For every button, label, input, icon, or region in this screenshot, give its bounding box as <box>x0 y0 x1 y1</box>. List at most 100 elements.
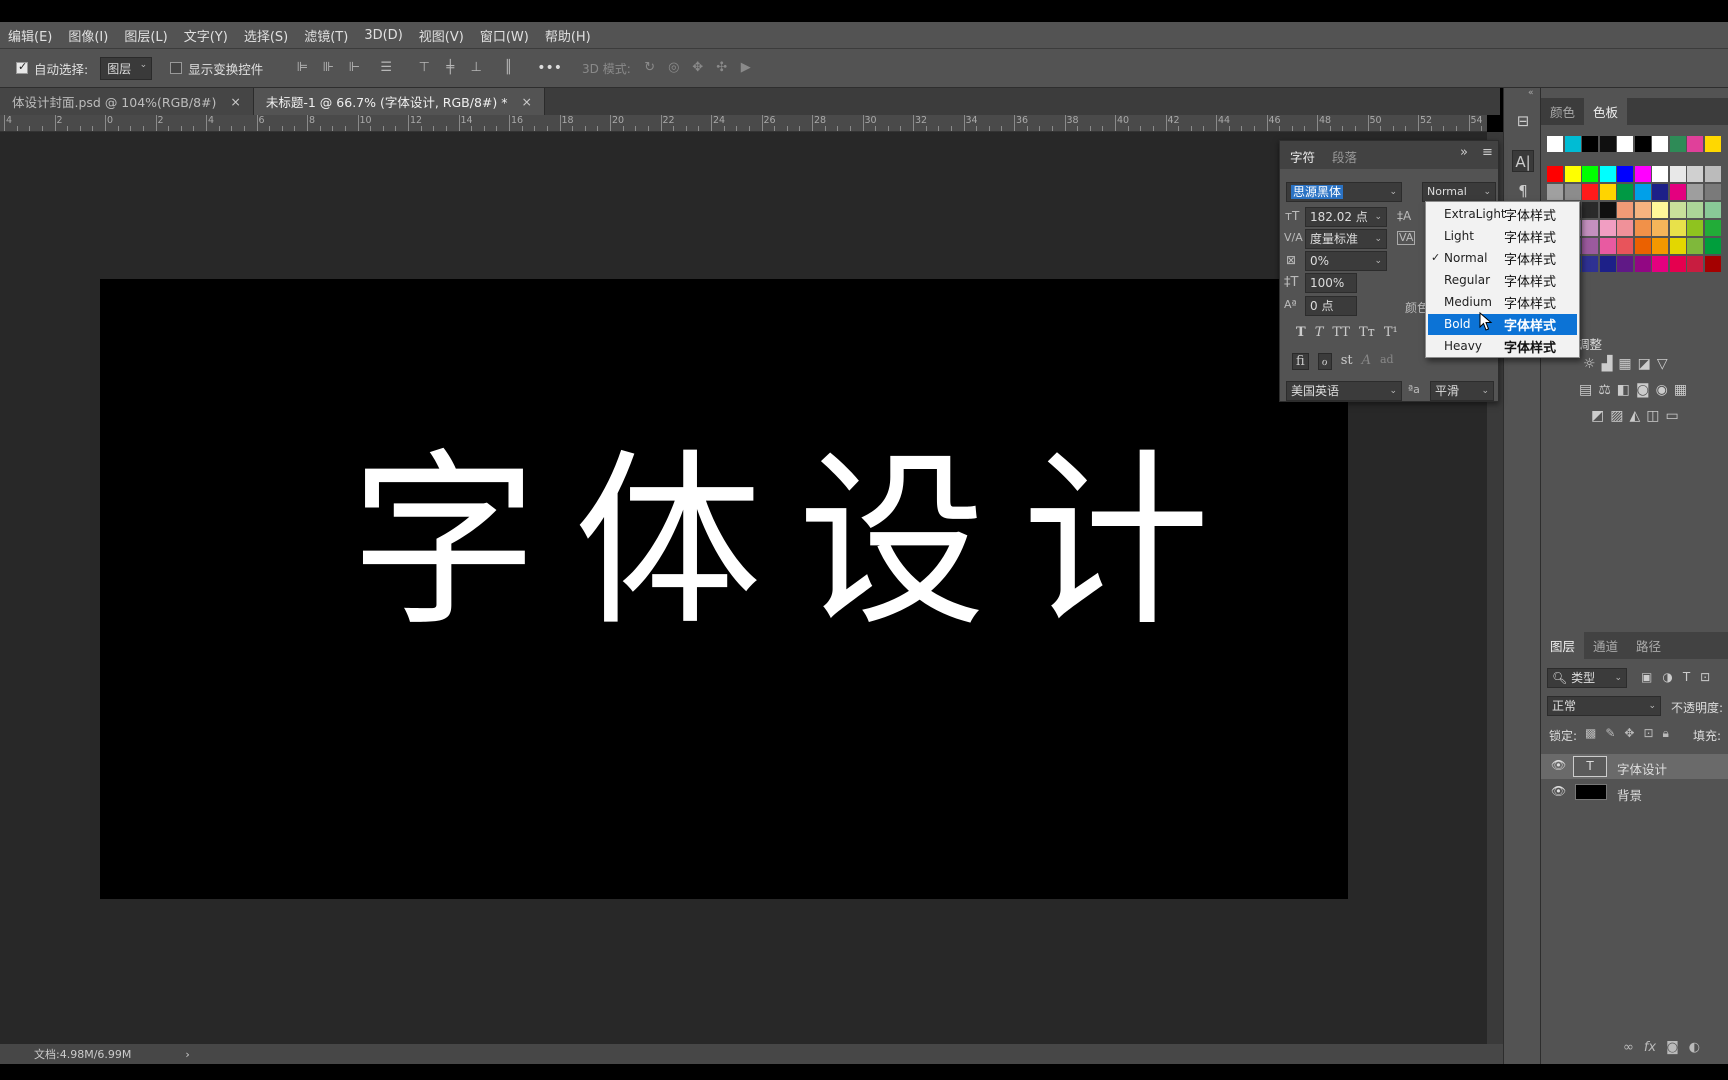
color-swatch[interactable] <box>1617 220 1633 236</box>
menu-item[interactable]: 视图(V) <box>419 26 464 45</box>
color-swatch[interactable] <box>1634 202 1651 218</box>
collapse-panel-icon[interactable]: » <box>1460 145 1468 160</box>
align-right-icon[interactable]: ⊩ <box>345 59 363 77</box>
color-swatch[interactable] <box>1704 220 1721 236</box>
color-swatch[interactable] <box>1669 184 1686 200</box>
color-swatch[interactable] <box>1634 166 1651 182</box>
titling-button[interactable]: ad <box>1380 353 1394 370</box>
lock-transparent-icon[interactable]: ▩ <box>1585 726 1596 741</box>
antialias-dropdown[interactable]: 平滑 ⌄ <box>1430 381 1494 401</box>
color-swatch[interactable] <box>1669 238 1686 254</box>
layer-row-text[interactable]: 👁︎ T 字体设计 <box>1541 754 1728 779</box>
ligatures-button[interactable]: fi <box>1292 353 1309 370</box>
link-icon[interactable]: ∞ <box>1623 1040 1634 1055</box>
color-swatch[interactable] <box>1634 220 1651 236</box>
auto-select-dropdown[interactable]: 图层 ⌄ <box>100 56 153 80</box>
color-swatch[interactable] <box>1652 166 1668 182</box>
color-swatch[interactable] <box>1652 202 1668 218</box>
color-swatch[interactable] <box>1704 136 1721 152</box>
color-swatch[interactable] <box>1582 136 1598 152</box>
doc-tab-cover[interactable]: 体设计封面.psd @ 104%(RGB/8#) × <box>0 88 254 115</box>
tab-color[interactable]: 颜色 <box>1541 98 1584 125</box>
menu-item[interactable]: 文字(Y) <box>184 26 228 45</box>
tab-paths[interactable]: 路径 <box>1627 632 1670 659</box>
color-balance-icon[interactable]: ⚖ <box>1598 382 1611 398</box>
color-swatch[interactable] <box>1687 238 1703 254</box>
alt-ligatures-button[interactable]: ℴ <box>1317 353 1332 370</box>
baseline-shift-field[interactable]: 0 点 <box>1305 296 1357 316</box>
fx-icon[interactable]: fx <box>1644 1040 1656 1055</box>
blend-mode-dropdown[interactable]: 正常 ⌄ <box>1547 696 1661 716</box>
filter-shape-icon[interactable]: ⊡ <box>1700 670 1710 684</box>
color-swatch[interactable] <box>1669 166 1686 182</box>
selective-color-icon[interactable]: ◫ <box>1646 408 1659 424</box>
brightness-icon[interactable]: ☼ <box>1583 356 1596 372</box>
tab-character[interactable]: 字符 <box>1290 147 1315 166</box>
small-caps-button[interactable]: Tт <box>1359 325 1375 340</box>
filter-adjust-icon[interactable]: ◑ <box>1662 670 1672 684</box>
color-swatch[interactable] <box>1617 238 1633 254</box>
bw-icon[interactable]: ◧ <box>1617 382 1630 398</box>
font-style-option-bold[interactable]: Bold 字体样式 <box>1428 314 1577 335</box>
color-swatch[interactable] <box>1704 184 1721 200</box>
font-size-field[interactable]: 182.02 点 ⌄ <box>1305 207 1387 227</box>
color-swatch[interactable] <box>1599 136 1616 152</box>
hue-sat-icon[interactable]: ▤ <box>1579 382 1592 398</box>
menu-item[interactable]: 滤镜(T) <box>304 26 348 45</box>
color-swatch[interactable] <box>1634 136 1651 152</box>
color-swatch[interactable] <box>1652 238 1668 254</box>
color-swatch[interactable] <box>1599 238 1616 254</box>
color-swatch[interactable] <box>1564 166 1581 182</box>
align-vcenter-icon[interactable]: ╪ <box>441 59 459 77</box>
color-swatch[interactable] <box>1617 256 1633 272</box>
status-expand-button[interactable]: › <box>185 1048 189 1061</box>
3d-roll-icon[interactable]: ◎ <box>665 59 683 77</box>
tab-swatches[interactable]: 色板 <box>1584 98 1628 125</box>
faux-italic-button[interactable]: T <box>1315 325 1324 340</box>
mask-icon[interactable]: ◙ <box>1666 1040 1679 1055</box>
menu-item[interactable]: 帮助(H) <box>545 26 591 45</box>
tsume-field[interactable]: 0% ⌄ <box>1305 251 1387 271</box>
color-swatch[interactable] <box>1599 184 1616 200</box>
color-swatch[interactable] <box>1669 202 1686 218</box>
color-swatch[interactable] <box>1582 166 1598 182</box>
color-swatch[interactable] <box>1687 202 1703 218</box>
color-swatch[interactable] <box>1669 136 1686 152</box>
color-swatch[interactable] <box>1547 166 1563 182</box>
font-style-option-heavy[interactable]: Heavy 字体样式 <box>1428 336 1577 357</box>
3d-drag-icon[interactable]: ✥ <box>689 59 707 77</box>
paragraph-panel-icon[interactable]: ¶ <box>1512 180 1534 202</box>
lock-all-icon[interactable]: 🔒︎ <box>1663 726 1669 741</box>
superscript-button[interactable]: T¹ <box>1384 325 1398 340</box>
3d-scale-icon[interactable]: ▶ <box>737 59 755 77</box>
lock-move-icon[interactable]: ✥ <box>1624 726 1634 741</box>
color-swatch[interactable] <box>1687 220 1703 236</box>
color-swatch[interactable] <box>1704 202 1721 218</box>
faux-bold-button[interactable]: T <box>1296 325 1306 340</box>
distribute-v-icon[interactable]: ║ <box>499 59 517 77</box>
photo-filter-icon[interactable]: ◙ <box>1636 382 1650 398</box>
menu-item[interactable]: 3D(D) <box>364 28 402 43</box>
kerning-field[interactable]: 度量标准 ⌄ <box>1305 229 1387 249</box>
color-swatch[interactable] <box>1669 256 1686 272</box>
align-bottom-icon[interactable]: ⊥ <box>467 59 485 77</box>
posterize-icon[interactable]: ▨ <box>1610 408 1623 424</box>
color-swatch[interactable] <box>1704 166 1721 182</box>
more-options-button[interactable]: ••• <box>537 60 562 76</box>
color-swatch[interactable] <box>1652 184 1668 200</box>
color-swatch[interactable] <box>1634 256 1651 272</box>
all-caps-button[interactable]: TT <box>1332 325 1350 340</box>
document-canvas[interactable]: 字体设计 <box>100 279 1348 899</box>
color-swatch[interactable] <box>1669 220 1686 236</box>
collapse-dock-icon[interactable]: « <box>1528 88 1534 98</box>
font-style-option-medium[interactable]: Medium 字体样式 <box>1428 292 1577 313</box>
font-style-field[interactable]: Normal ⌄ <box>1422 182 1496 202</box>
color-swatch[interactable] <box>1564 136 1581 152</box>
font-style-option-normal[interactable]: ✓ Normal 字体样式 <box>1428 248 1577 269</box>
color-swatch[interactable] <box>1582 238 1598 254</box>
history-panel-icon[interactable]: ⊟ <box>1512 110 1534 132</box>
tab-layers[interactable]: 图层 <box>1541 632 1585 659</box>
color-swatch[interactable] <box>1599 220 1616 236</box>
color-swatch[interactable] <box>1617 202 1633 218</box>
close-icon[interactable]: × <box>521 94 531 109</box>
